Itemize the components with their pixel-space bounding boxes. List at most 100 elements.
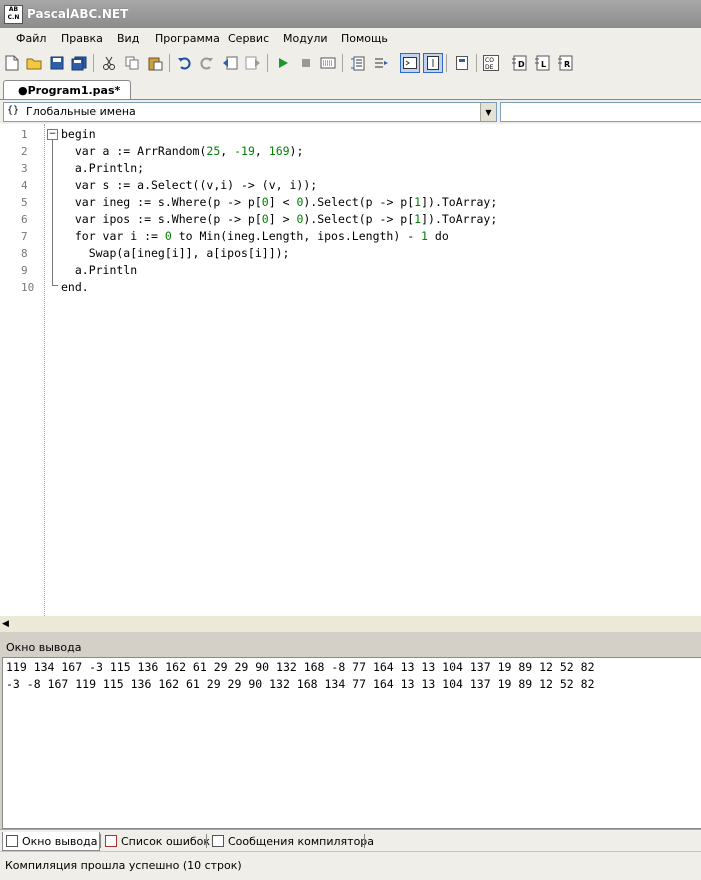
menu-file[interactable]: Файл — [16, 32, 46, 45]
tab-separator — [100, 834, 101, 848]
chevron-down-icon[interactable]: ▼ — [480, 103, 496, 121]
svg-text:CO: CO — [485, 57, 494, 64]
fold-collapse-icon[interactable]: − — [47, 129, 58, 140]
undo-icon[interactable] — [175, 54, 193, 72]
toolbar-separator — [446, 54, 447, 72]
line-number: 6 — [21, 213, 28, 226]
menu-help[interactable]: Помощь — [341, 32, 388, 45]
line-number: 10 — [21, 281, 35, 294]
output-panel-title: Окно вывода — [6, 641, 82, 654]
menu-modules[interactable]: Модули — [283, 32, 328, 45]
line-number: 8 — [21, 247, 28, 260]
code-line-2: var a := ArrRandom(25, -19, 169); — [61, 144, 304, 158]
tab-error-list-label: Список ошибок — [121, 834, 211, 848]
open-folder-icon[interactable] — [25, 54, 43, 72]
scroll-left-arrow-icon[interactable]: ◀ — [2, 619, 9, 629]
toolbar-separator — [476, 54, 477, 72]
output-window-icon — [6, 835, 18, 847]
code-line-1: begin — [61, 127, 96, 141]
stop-icon[interactable] — [297, 54, 315, 72]
code-line-4: var s := a.Select((v,i) -> (v, i)); — [61, 178, 318, 192]
member-dropdown[interactable] — [500, 102, 701, 122]
status-text: Компиляция прошла успешно (10 строк) — [5, 859, 242, 872]
window-title: PascalABC.NET — [27, 7, 129, 21]
output-line: -3 -8 167 119 115 136 162 61 29 29 90 13… — [6, 677, 595, 691]
error-list-icon — [105, 835, 117, 847]
output-panel-header: Окно вывода — [0, 637, 701, 657]
line-number: 2 — [21, 145, 28, 158]
redo-icon[interactable] — [198, 54, 216, 72]
fold-guide — [52, 140, 53, 285]
line-number: 7 — [21, 230, 28, 243]
code-editor[interactable]: 1 2 3 4 5 6 7 8 9 10 − begin var a := Ar… — [0, 124, 701, 616]
output-toggle-icon[interactable] — [423, 53, 443, 73]
tab-separator — [364, 834, 365, 848]
tab-compiler-messages-label: Сообщения компилятора — [228, 834, 375, 848]
horizontal-scrollbar[interactable]: ◀ — [0, 616, 701, 632]
line-number-gutter: 1 2 3 4 5 6 7 8 9 10 — [0, 124, 45, 616]
scope-dropdown[interactable]: {} Глобальные имена ▼ — [3, 102, 497, 122]
tab-output-window-label: Окно вывода — [22, 834, 98, 848]
run-icon[interactable] — [274, 54, 292, 72]
save-all-icon[interactable] — [70, 54, 88, 72]
code-line-7: for var i := 0 to Min(ineg.Length, ipos.… — [61, 229, 449, 243]
code-de-icon[interactable]: CO DE — [482, 54, 500, 72]
toolbar-separator — [267, 54, 268, 72]
line-number: 3 — [21, 162, 28, 175]
line-number: 5 — [21, 196, 28, 209]
line-number: 1 — [21, 128, 28, 141]
tab-error-list[interactable]: Список ошибок — [102, 832, 210, 850]
toolbar-separator — [169, 54, 170, 72]
save-icon[interactable] — [48, 54, 66, 72]
go-forward-icon[interactable] — [244, 54, 262, 72]
toolbar-separator — [93, 54, 94, 72]
menu-bar: Файл Правка Вид Программа Сервис Модули … — [0, 28, 701, 50]
compiler-messages-icon — [212, 835, 224, 847]
bottom-tab-strip: Окно вывода Список ошибок Сообщения комп… — [0, 829, 701, 852]
menu-view[interactable]: Вид — [117, 32, 139, 45]
line-number: 4 — [21, 179, 28, 192]
tab-label: ●Program1.pas* — [18, 84, 121, 97]
namespace-icon: {} — [7, 105, 20, 116]
go-back-icon[interactable] — [221, 54, 239, 72]
debug-r-icon[interactable]: R — [556, 54, 574, 72]
tab-compiler-messages[interactable]: Сообщения компилятора — [209, 832, 374, 850]
svg-text:L: L — [541, 60, 546, 69]
line-number: 9 — [21, 264, 28, 277]
code-line-10: end. — [61, 280, 89, 294]
tab-program1[interactable]: ●Program1.pas* — [3, 80, 131, 100]
copy-icon[interactable] — [123, 54, 141, 72]
debug-d-icon[interactable]: D — [510, 54, 528, 72]
menu-edit[interactable]: Правка — [61, 32, 103, 45]
svg-text:DE: DE — [485, 64, 494, 71]
code-line-5: var ineg := s.Where(p -> p[0] < 0).Selec… — [61, 195, 498, 209]
title-bar: AB C.N PascalABC.NET — [0, 0, 701, 28]
console-toggle-icon[interactable] — [400, 53, 420, 73]
toolbar-separator — [342, 54, 343, 72]
output-window[interactable]: 119 134 167 -3 115 136 162 61 29 29 90 1… — [2, 657, 701, 829]
format-code-icon[interactable] — [349, 54, 367, 72]
tab-output-window[interactable]: Окно вывода — [2, 832, 100, 851]
compile-icon[interactable] — [319, 54, 337, 72]
menu-program[interactable]: Программа — [155, 32, 220, 45]
svg-text:D: D — [518, 60, 525, 69]
status-bar: Компиляция прошла успешно (10 строк) — [0, 851, 701, 880]
cut-icon[interactable] — [100, 54, 118, 72]
paste-icon[interactable] — [146, 54, 164, 72]
debug-l-icon[interactable]: L — [533, 54, 551, 72]
output-line: 119 134 167 -3 115 136 162 61 29 29 90 1… — [6, 660, 595, 674]
tab-separator — [206, 834, 207, 848]
toolbar: CO DE D L R — [0, 50, 701, 78]
code-line-8: Swap(a[ineg[i]], a[ipos[i]]); — [61, 246, 290, 260]
scope-label: Глобальные имена — [26, 105, 136, 118]
new-file-icon[interactable] — [3, 54, 21, 72]
svg-text:R: R — [564, 60, 570, 69]
code-line-3: a.Println; — [61, 161, 145, 175]
code-line-9: a.Println — [61, 263, 138, 277]
code-line-6: var ipos := s.Where(p -> p[0] > 0).Selec… — [61, 212, 498, 226]
app-logo-icon: AB C.N — [4, 5, 23, 24]
menu-service[interactable]: Сервис — [228, 32, 269, 45]
step-into-icon[interactable] — [372, 54, 390, 72]
fold-guide-end — [52, 285, 58, 286]
form-designer-icon[interactable] — [453, 54, 471, 72]
